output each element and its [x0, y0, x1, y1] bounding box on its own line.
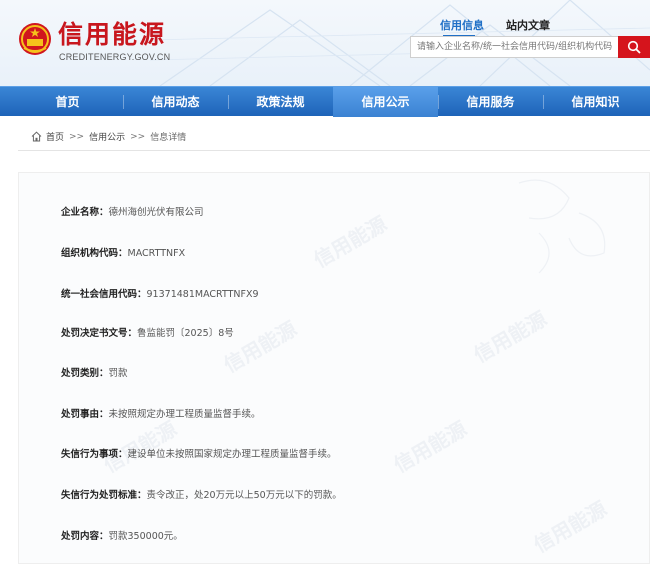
home-icon[interactable]: [31, 131, 42, 142]
nav-item-policies[interactable]: 政策法规: [228, 87, 333, 117]
nav-item-home[interactable]: 首页: [0, 87, 135, 117]
site-title[interactable]: 信用能源: [58, 20, 166, 50]
search-button[interactable]: [618, 36, 650, 58]
field-penalty-type: 处罚类别：罚款: [61, 365, 128, 379]
field-decision-number: 处罚决定书文号：鲁监能罚〔2025〕8号: [61, 325, 234, 339]
field-label: 组织机构代码：: [61, 248, 128, 259]
field-value: 91371481MACRTTNFX9: [146, 289, 259, 300]
field-company-name: 企业名称：德州海创光伏有限公司: [61, 204, 204, 218]
field-label: 处罚决定书文号：: [61, 328, 138, 339]
svg-text:信用能源: 信用能源: [310, 212, 391, 273]
breadcrumb-credit-publicity[interactable]: 信用公示: [89, 130, 125, 143]
tab-site-articles[interactable]: 站内文章: [506, 17, 550, 33]
site-header: 信用能源 CREDITENERGY.GOV.CN 信用信息 站内文章: [0, 0, 650, 86]
field-credit-code: 统一社会信用代码：91371481MACRTTNFX9: [61, 286, 259, 300]
breadcrumb: 首页 >> 信用公示 >> 信息详情: [31, 130, 186, 143]
field-dishonest-item: 失信行为事项：建设单位未按照国家规定办理工程质量监督手续。: [61, 446, 337, 460]
field-value: 未按照规定办理工程质量监督手续。: [108, 409, 261, 420]
breadcrumb-home[interactable]: 首页: [46, 130, 64, 143]
breadcrumb-separator: >>: [69, 131, 85, 142]
field-label: 处罚事由：: [61, 409, 109, 420]
search-input[interactable]: [410, 36, 618, 58]
svg-text:信用能源: 信用能源: [530, 497, 611, 558]
main-nav: 首页 信用动态 政策法规 信用公示 信用服务 信用知识: [0, 86, 650, 117]
search-icon: [627, 40, 641, 54]
tab-credit-info[interactable]: 信用信息: [440, 17, 484, 33]
site-domain: CREDITENERGY.GOV.CN: [59, 52, 171, 62]
field-label: 处罚内容：: [61, 531, 109, 542]
field-penalty-content: 处罚内容：罚款350000元。: [61, 528, 183, 542]
svg-text:信用能源: 信用能源: [470, 307, 551, 368]
svg-text:信用能源: 信用能源: [390, 417, 471, 478]
field-value: 建设单位未按照国家规定办理工程质量监督手续。: [127, 449, 337, 460]
detail-panel: 信用能源 信用能源 信用能源 信用能源 信用能源 信用能源 企业名称：德州海创光…: [18, 172, 650, 564]
field-org-code: 组织机构代码：MACRTTNFX: [61, 245, 185, 259]
field-value: MACRTTNFX: [127, 248, 186, 259]
field-label: 处罚类别：: [61, 368, 109, 379]
field-value: 责令改正，处20万元以上50万元以下的罚款。: [146, 490, 342, 501]
breadcrumb-divider: [18, 150, 650, 151]
field-penalty-standard: 失信行为处罚标准：责令改正，处20万元以上50万元以下的罚款。: [61, 487, 342, 501]
breadcrumb-current: 信息详情: [150, 133, 187, 143]
nav-item-credit-services[interactable]: 信用服务: [438, 87, 543, 117]
field-value: 德州海创光伏有限公司: [108, 207, 204, 218]
field-penalty-reason: 处罚事由：未按照规定办理工程质量监督手续。: [61, 406, 261, 420]
field-value: 鲁监能罚〔2025〕8号: [137, 328, 234, 339]
field-value: 罚款350000元。: [108, 531, 183, 542]
national-emblem-icon[interactable]: [18, 22, 52, 56]
nav-item-credit-publicity[interactable]: 信用公示: [333, 87, 438, 117]
field-label: 企业名称：: [61, 207, 109, 218]
nav-item-credit-news[interactable]: 信用动态: [123, 87, 228, 117]
nav-item-credit-knowledge[interactable]: 信用知识: [543, 87, 648, 117]
field-label: 统一社会信用代码：: [61, 289, 147, 300]
field-label: 失信行为处罚标准：: [61, 490, 147, 501]
field-value: 罚款: [108, 368, 128, 379]
breadcrumb-separator: >>: [130, 131, 146, 142]
field-label: 失信行为事项：: [61, 449, 128, 460]
